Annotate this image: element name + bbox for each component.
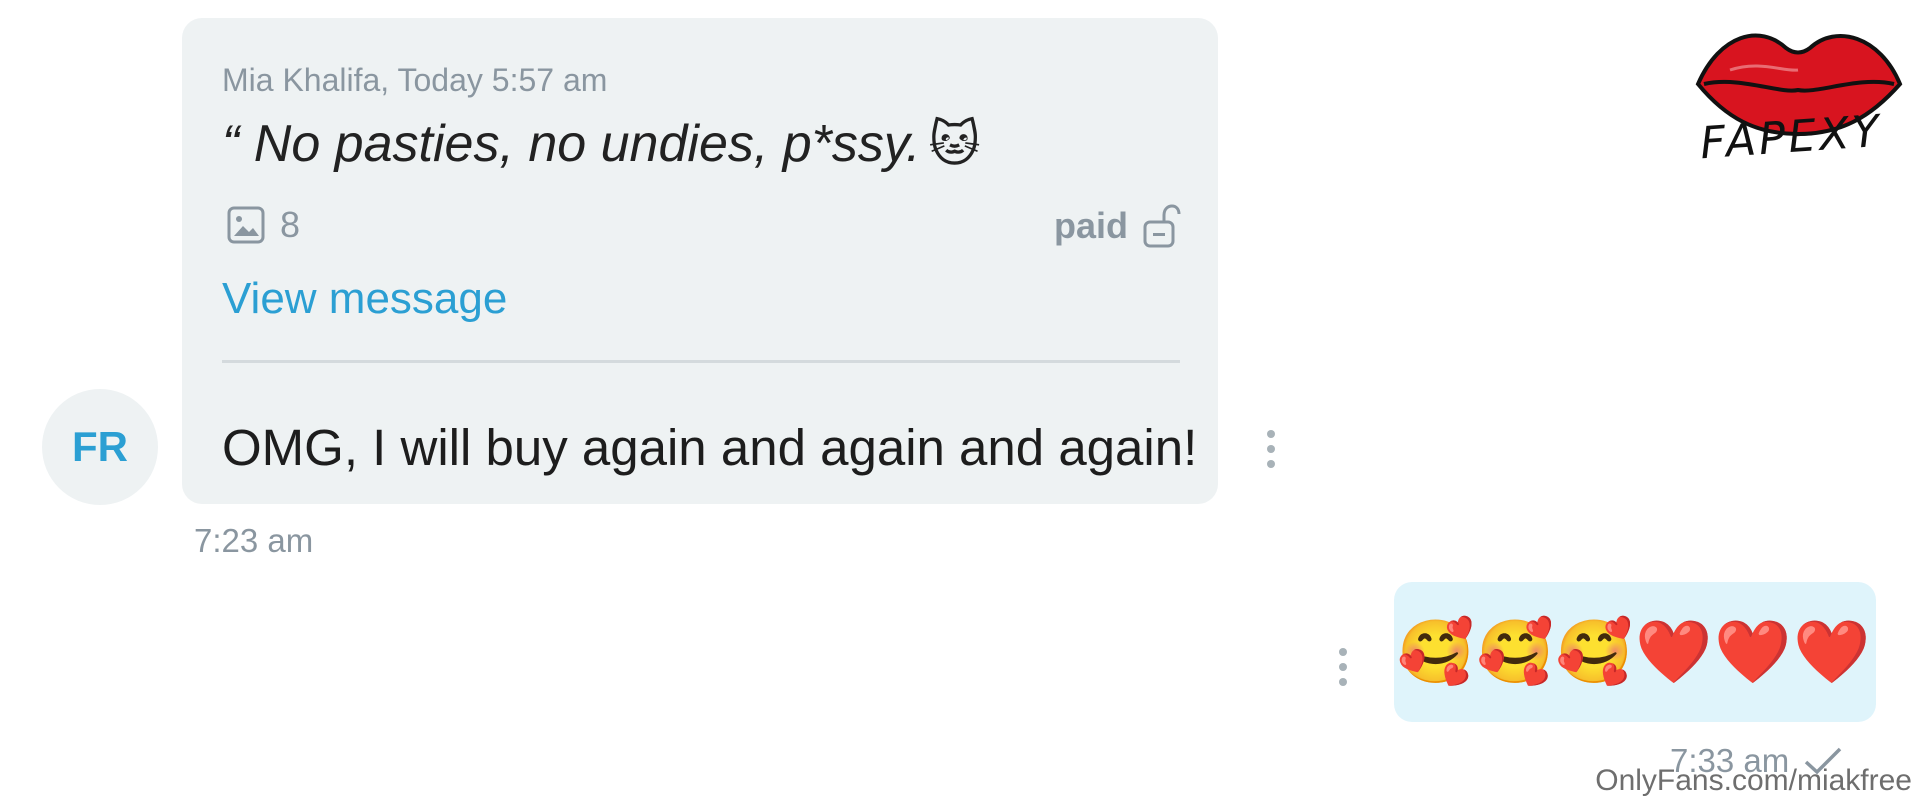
media-count-value: 8 — [280, 204, 301, 245]
quoted-message-text: “ No pasties, no undies, p*ssy. 🐱 — [222, 114, 981, 174]
quoted-message-meta: Mia Khalifa, Today 5:57 am — [222, 62, 608, 98]
outgoing-message-text: 🥰🥰🥰❤️❤️❤️ — [1397, 615, 1873, 688]
price-status: paid — [1054, 204, 1182, 248]
more-vertical-icon[interactable] — [1264, 430, 1278, 468]
outgoing-message-bubble: 🥰🥰🥰❤️❤️❤️ — [1394, 582, 1876, 722]
avatar-initials: FR — [72, 423, 128, 470]
avatar[interactable]: FR — [42, 389, 158, 505]
watermark-text: OnlyFans.com/miakfree — [1595, 764, 1912, 797]
view-message-link[interactable]: View message — [222, 274, 507, 324]
price-status-label: paid — [1053, 205, 1128, 246]
more-vertical-icon[interactable] — [1336, 648, 1350, 686]
incoming-message-bubble: Mia Khalifa, Today 5:57 am “ No pasties,… — [182, 18, 1218, 504]
message-text: OMG, I will buy again and again and agai… — [222, 419, 1198, 476]
unlock-icon — [1143, 204, 1181, 248]
image-icon — [227, 206, 265, 244]
divider — [222, 360, 1180, 363]
chat-page: FAPEXY FR Mia Khalifa, Today 5:57 am “ N… — [0, 0, 1920, 809]
quoted-message-body: “ No pasties, no undies, p*ssy. — [222, 115, 921, 173]
media-count: 8 — [226, 204, 300, 246]
cat-emoji: 🐱 — [928, 116, 981, 172]
incoming-timestamp: 7:23 am — [194, 522, 314, 559]
